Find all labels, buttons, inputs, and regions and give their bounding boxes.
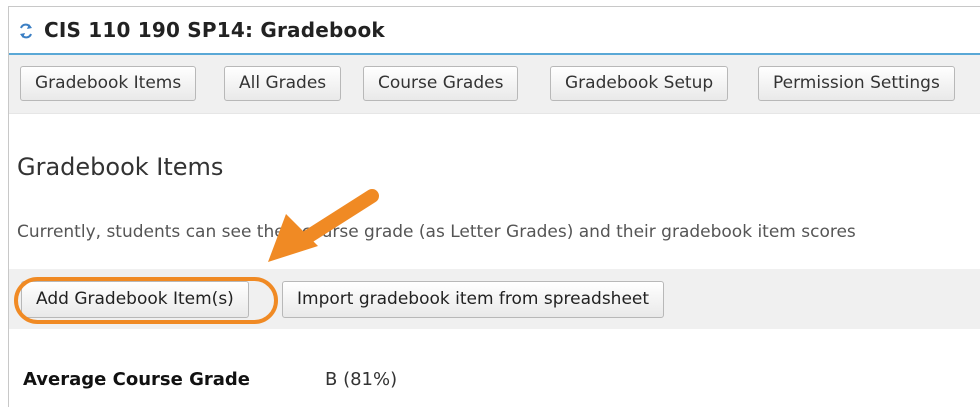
tab-all-grades[interactable]: All Grades <box>224 66 342 101</box>
gradebook-toolbar: Gradebook Items All Grades Course Grades… <box>9 55 980 114</box>
tab-gradebook-setup[interactable]: Gradebook Setup <box>550 66 729 101</box>
section-heading: Gradebook Items <box>17 153 224 181</box>
import-gradebook-item-button[interactable]: Import gradebook item from spreadsheet <box>282 281 665 318</box>
visibility-info-text: Currently, students can see their course… <box>17 222 856 242</box>
tab-permission-settings[interactable]: Permission Settings <box>758 66 955 101</box>
page-title: CIS 110 190 SP14: Gradebook <box>44 18 385 42</box>
reset-icon[interactable] <box>18 23 34 39</box>
average-course-grade-value: B (81%) <box>325 369 398 390</box>
tab-course-grades[interactable]: Course Grades <box>363 66 519 101</box>
tab-gradebook-items[interactable]: Gradebook Items <box>20 66 197 101</box>
tool-frame: CIS 110 190 SP14: Gradebook Gradebook It… <box>8 6 980 407</box>
average-course-grade-label: Average Course Grade <box>23 369 250 390</box>
callout-highlight-ring <box>14 277 278 324</box>
title-bar: CIS 110 190 SP14: Gradebook <box>9 7 980 55</box>
